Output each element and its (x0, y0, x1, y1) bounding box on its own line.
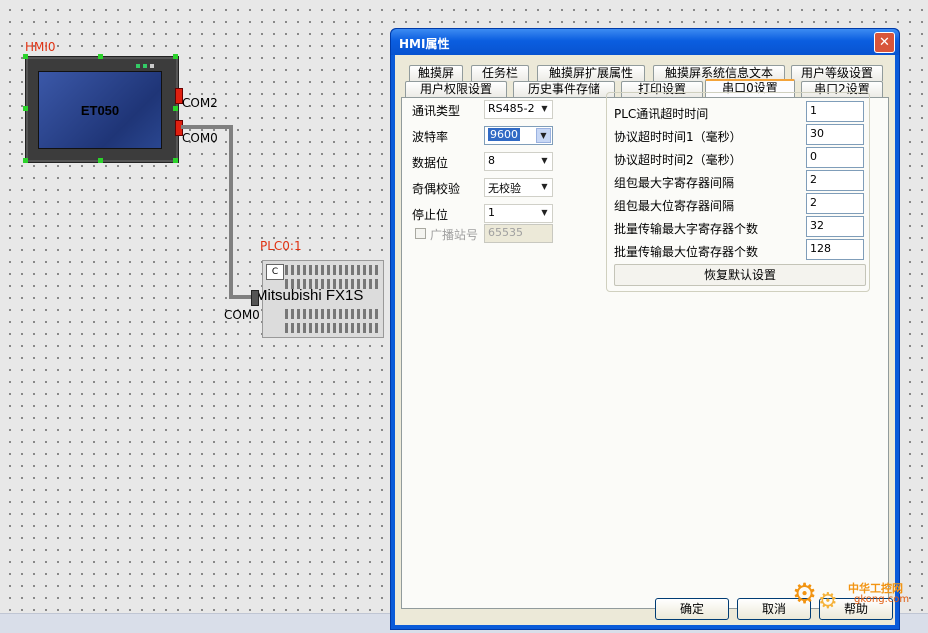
bit-register-gap-value: 2 (810, 196, 817, 209)
protocol-timeout1-value: 30 (810, 127, 824, 140)
plc-timeout-input[interactable]: 1 (806, 101, 864, 122)
word-register-gap-input[interactable]: 2 (806, 170, 864, 191)
plc-timeout-value: 1 (810, 104, 817, 117)
timing-group (606, 92, 870, 292)
plc-terminal-strip (285, 323, 381, 333)
comm-type-select[interactable]: RS485-2 ▼ (484, 100, 553, 119)
tab-touchscreen[interactable]: 触摸屏 (409, 65, 463, 81)
broadcast-label: 广播站号 (430, 228, 479, 242)
data-bits-select[interactable]: 8 ▼ (484, 152, 553, 171)
word-register-gap-value: 2 (810, 173, 817, 186)
dialog-title: HMI属性 (399, 37, 450, 51)
tab-user-permissions[interactable]: 用户权限设置 (405, 81, 507, 97)
comm-type-value: RS485-2 (488, 102, 535, 115)
selection-handle[interactable] (98, 158, 103, 163)
comm-type-label: 通讯类型 (412, 104, 461, 118)
max-word-registers-value: 32 (810, 219, 824, 232)
plc-com0-label: COM0 (224, 308, 260, 322)
protocol-timeout2-input[interactable]: 0 (806, 147, 864, 168)
baud-rate-label: 波特率 (412, 130, 449, 144)
tab-user-level[interactable]: 用户等级设置 (791, 65, 883, 81)
dialog-titlebar[interactable]: HMI属性 ✕ (391, 29, 899, 55)
dropdown-arrow-icon[interactable]: ▼ (538, 102, 551, 115)
bit-register-gap-label: 组包最大位寄存器间隔 (614, 199, 735, 213)
protocol-timeout1-label: 协议超时时间1（毫秒） (614, 130, 742, 144)
selection-handle[interactable] (173, 158, 178, 163)
close-button[interactable]: ✕ (874, 32, 895, 53)
gear-icon: ⚙ (818, 589, 838, 614)
parity-value: 无校验 (488, 182, 521, 195)
hmi-screen: ET050 (38, 71, 162, 149)
stop-bits-label: 停止位 (412, 208, 449, 222)
word-register-gap-label: 组包最大字寄存器间隔 (614, 176, 735, 190)
baud-rate-select[interactable]: 9600 ▼ (484, 126, 553, 145)
max-bit-registers-input[interactable]: 128 (806, 239, 864, 260)
broadcast-checkbox[interactable] (415, 228, 426, 239)
plc-timeout-label: PLC通讯超时时间 (614, 107, 709, 121)
tab-taskbar[interactable]: 任务栏 (471, 65, 529, 81)
hmi-label: HMI0 (25, 40, 56, 54)
dropdown-arrow-icon[interactable]: ▼ (538, 154, 551, 167)
dialog-client: 触摸屏 任务栏 触摸屏扩展属性 触摸屏系统信息文本 用户等级设置 用户权限设置 … (395, 55, 895, 625)
max-word-registers-input[interactable]: 32 (806, 216, 864, 237)
dropdown-arrow-icon[interactable]: ▼ (538, 206, 551, 219)
gear-icon: ⚙ (792, 577, 818, 610)
hmi-led-2 (143, 64, 147, 68)
watermark: ⚙ ⚙ 中华工控网 gkong.com (792, 577, 922, 615)
tab-extended-properties[interactable]: 触摸屏扩展属性 (537, 65, 645, 81)
broadcast-station-value: 65535 (488, 226, 523, 239)
bit-register-gap-input[interactable]: 2 (806, 193, 864, 214)
tab-history-storage[interactable]: 历史事件存储 (513, 81, 615, 97)
parity-select[interactable]: 无校验 ▼ (484, 178, 553, 197)
ok-button[interactable]: 确定 (655, 598, 729, 620)
hmi-led-1 (136, 64, 140, 68)
hmi-led-3 (150, 64, 154, 68)
plc-device[interactable]: C Mitsubishi FX1S (255, 260, 384, 338)
restore-defaults-button[interactable]: 恢复默认设置 (614, 264, 866, 286)
data-bits-value: 8 (488, 154, 495, 167)
protocol-timeout1-input[interactable]: 30 (806, 124, 864, 145)
watermark-domain: gkong.com (854, 594, 910, 605)
plc-terminal-strip (285, 265, 381, 275)
plc-model-label: Mitsubishi FX1S (255, 287, 364, 304)
parity-label: 奇偶校验 (412, 182, 461, 196)
hmi-device[interactable]: ET050 (25, 56, 179, 163)
max-word-registers-label: 批量传输最大字寄存器个数 (614, 222, 759, 236)
hmi-properties-dialog: HMI属性 ✕ 触摸屏 任务栏 触摸屏扩展属性 触摸屏系统信息文本 用户等级设置… (390, 28, 900, 630)
selection-handle[interactable] (173, 106, 178, 111)
data-bits-label: 数据位 (412, 156, 449, 170)
stop-bits-select[interactable]: 1 ▼ (484, 204, 553, 223)
max-bit-registers-label: 批量传输最大位寄存器个数 (614, 245, 759, 259)
hmi-com0-label: COM0 (182, 131, 218, 145)
protocol-timeout2-label: 协议超时时间2（毫秒） (614, 153, 742, 167)
hmi-model-label: ET050 (80, 102, 120, 118)
selection-handle[interactable] (23, 158, 28, 163)
baud-rate-value: 9600 (488, 128, 520, 141)
plc-com0-port-icon[interactable] (251, 290, 259, 306)
selection-handle[interactable] (173, 54, 178, 59)
max-bit-registers-value: 128 (810, 242, 831, 255)
broadcast-station-field[interactable]: 65535 (484, 224, 553, 243)
plc-label: PLC0:1 (260, 239, 302, 253)
protocol-timeout2-value: 0 (810, 150, 817, 163)
connection-wire[interactable] (229, 125, 233, 299)
plc-indicator: C (266, 264, 284, 280)
hmi-com2-label: COM2 (182, 96, 218, 110)
dropdown-arrow-icon[interactable]: ▼ (538, 180, 551, 193)
selection-handle[interactable] (23, 106, 28, 111)
dropdown-arrow-icon[interactable]: ▼ (536, 128, 551, 143)
selection-handle[interactable] (23, 54, 28, 59)
serial0-panel: 通讯类型 RS485-2 ▼ 波特率 9600 ▼ 数据位 8 ▼ 奇偶校验 无… (401, 92, 889, 609)
selection-handle[interactable] (98, 54, 103, 59)
stop-bits-value: 1 (488, 206, 495, 219)
plc-terminal-strip (285, 309, 381, 319)
connection-wire[interactable] (181, 125, 233, 129)
